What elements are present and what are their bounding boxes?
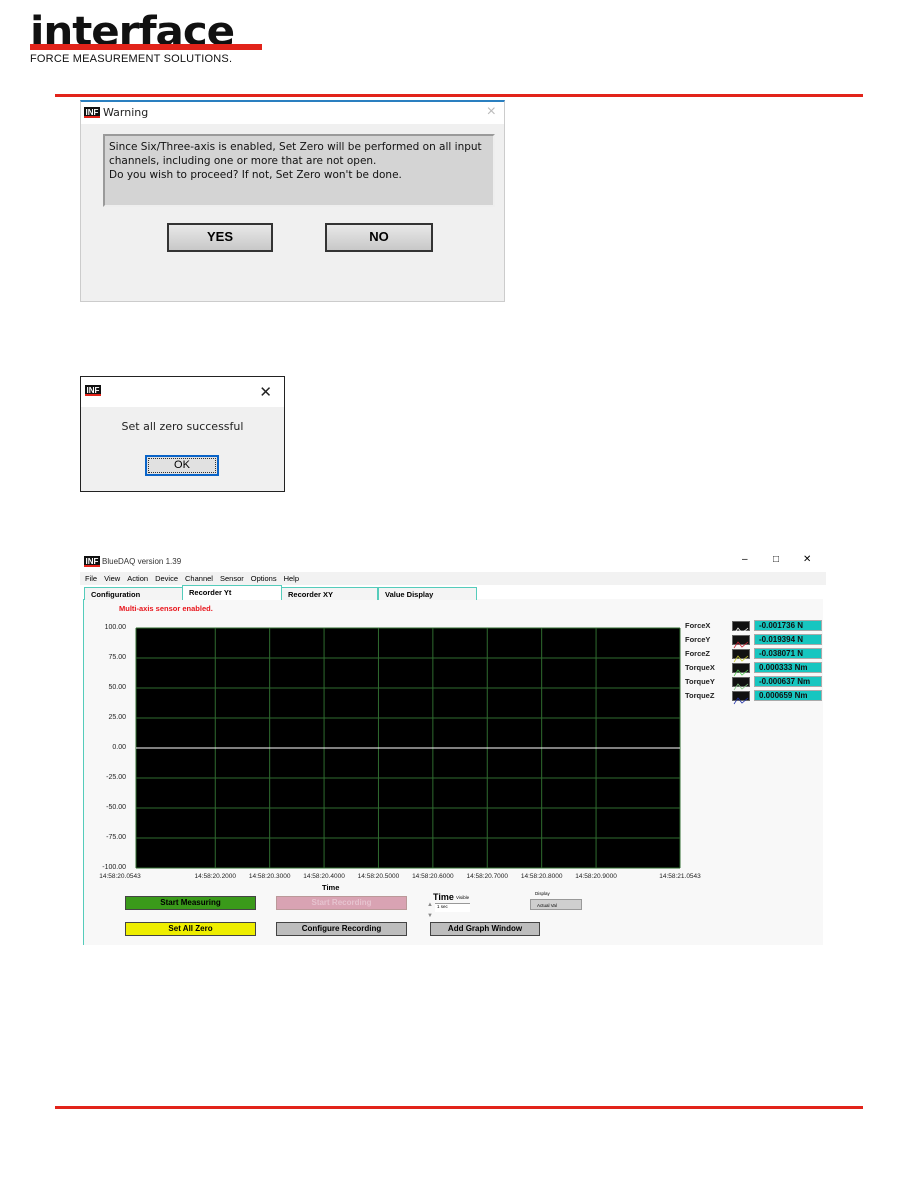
time-sublabel: Visible bbox=[456, 895, 470, 900]
x-tick-label: 14:58:20.4000 bbox=[303, 873, 345, 880]
waveform-icon[interactable] bbox=[732, 677, 750, 691]
start-measuring-button[interactable]: Start Measuring bbox=[125, 896, 256, 910]
x-tick-label: 14:58:20.9000 bbox=[575, 873, 617, 880]
x-tick-label: 14:58:20.3000 bbox=[248, 873, 291, 880]
channel-name: TorqueY bbox=[685, 677, 715, 686]
y-tick-label: 75.00 bbox=[108, 654, 126, 661]
increment-arrow-icon[interactable]: ▲ bbox=[427, 902, 433, 908]
y-tick-label: -100.00 bbox=[102, 864, 126, 871]
y-tick-label: 25.00 bbox=[108, 714, 126, 721]
time-visible-input[interactable]: 1 sec bbox=[435, 903, 470, 912]
x-tick-label: 14:58:20.2000 bbox=[194, 873, 237, 880]
waveform-icon[interactable] bbox=[732, 621, 750, 635]
footer-divider bbox=[55, 1106, 863, 1109]
recorder-chart bbox=[135, 627, 681, 869]
add-graph-window-button[interactable]: Add Graph Window bbox=[430, 922, 540, 936]
channel-value: -0.000637 Nm bbox=[754, 676, 822, 687]
y-tick-label: -75.00 bbox=[106, 834, 126, 841]
x-tick-label: 14:58:20.5000 bbox=[357, 873, 400, 880]
time-label: Time bbox=[433, 892, 454, 902]
x-tick-label: 14:58:20.8000 bbox=[520, 873, 563, 880]
waveform-icon[interactable] bbox=[732, 649, 750, 663]
y-tick-label: 0.00 bbox=[112, 744, 126, 751]
set-all-zero-button[interactable]: Set All Zero bbox=[125, 922, 256, 936]
y-tick-label: -50.00 bbox=[106, 804, 126, 811]
channel-name: ForceY bbox=[685, 635, 711, 644]
display-label: Display bbox=[535, 891, 550, 896]
waveform-icon[interactable] bbox=[732, 691, 750, 705]
y-tick-label: -25.00 bbox=[106, 774, 126, 781]
channel-value: -0.019394 N bbox=[754, 634, 822, 645]
y-tick-label: 50.00 bbox=[108, 684, 126, 691]
decrement-arrow-icon[interactable]: ▼ bbox=[427, 913, 433, 919]
waveform-icon[interactable] bbox=[732, 663, 750, 677]
channel-value: 0.000659 Nm bbox=[754, 690, 822, 701]
waveform-icon[interactable] bbox=[732, 635, 750, 649]
channel-name: TorqueZ bbox=[685, 691, 715, 700]
channel-value: -0.038071 N bbox=[754, 648, 822, 659]
channel-name: TorqueX bbox=[685, 663, 715, 672]
channel-value: 0.000333 Nm bbox=[754, 662, 822, 673]
display-select-value: Actual Val bbox=[537, 903, 557, 908]
x-tick-label: 14:58:20.6000 bbox=[412, 873, 454, 880]
x-axis-label: Time bbox=[322, 883, 340, 892]
configure-recording-button[interactable]: Configure Recording bbox=[276, 922, 407, 936]
channel-name: ForceZ bbox=[685, 649, 711, 658]
x-tick-label: 14:58:20.0543 bbox=[99, 873, 141, 880]
x-tick-label: 14:58:20.7000 bbox=[466, 873, 509, 880]
display-select[interactable]: Actual Val bbox=[530, 899, 582, 910]
channel-value: -0.001736 N bbox=[754, 620, 822, 631]
y-tick-label: 100.00 bbox=[104, 624, 126, 631]
channel-name: ForceX bbox=[685, 621, 711, 630]
x-tick-label: 14:58:21.0543 bbox=[659, 873, 701, 880]
start-recording-button[interactable]: Start Recording bbox=[276, 896, 407, 910]
